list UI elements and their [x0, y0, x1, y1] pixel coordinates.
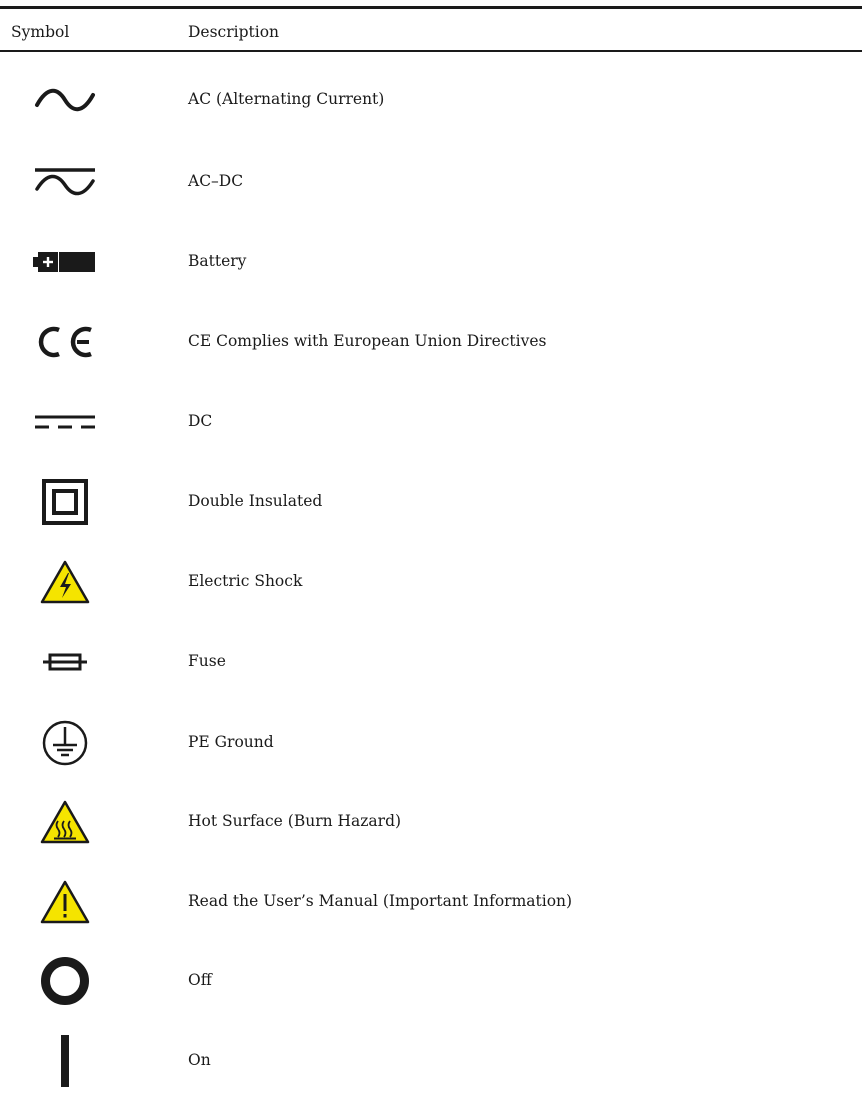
table-row: Electric Shock — [0, 542, 862, 622]
row-description: Battery — [188, 252, 247, 270]
off-circle-icon — [20, 941, 110, 1021]
row-description: On — [188, 1051, 211, 1069]
row-description: DC — [188, 412, 213, 430]
row-description: CE Complies with European Union Directiv… — [188, 332, 547, 350]
table-row: On — [0, 1021, 862, 1101]
ac-dc-icon — [20, 142, 110, 222]
table-row: CE Complies with European Union Directiv… — [0, 302, 862, 382]
table-row: Off — [0, 941, 862, 1021]
pe-ground-icon — [20, 703, 110, 783]
battery-icon — [20, 222, 110, 302]
row-description: AC–DC — [188, 172, 244, 190]
table-row: Fuse — [0, 622, 862, 702]
description-column-header: Description — [188, 23, 280, 41]
row-description: Read the User’s Manual (Important Inform… — [188, 892, 573, 910]
electric-shock-warning-icon — [20, 542, 110, 622]
row-description: Electric Shock — [188, 572, 303, 590]
double-insulated-icon — [20, 462, 110, 542]
row-description: Double Insulated — [188, 492, 323, 510]
table-row: DC — [0, 382, 862, 462]
table-row: Double Insulated — [0, 462, 862, 542]
table-row: AC (Alternating Current) — [0, 60, 862, 140]
symbol-column-header: Symbol — [11, 23, 70, 41]
ce-mark-icon — [20, 302, 110, 382]
caution-warning-icon — [20, 862, 110, 942]
table-row: Battery — [0, 222, 862, 302]
fuse-icon — [20, 622, 110, 702]
header-rule — [0, 50, 862, 52]
row-description: AC (Alternating Current) — [188, 90, 385, 108]
table-row: Hot Surface (Burn Hazard) — [0, 782, 862, 862]
on-bar-icon — [20, 1021, 110, 1101]
row-description: PE Ground — [188, 733, 274, 751]
ac-sine-icon — [20, 60, 110, 140]
table-header: Symbol Description — [0, 9, 862, 51]
table-row: Read the User’s Manual (Important Inform… — [0, 862, 862, 942]
hot-surface-warning-icon — [20, 782, 110, 862]
table-row: AC–DC — [0, 142, 862, 222]
row-description: Hot Surface (Burn Hazard) — [188, 812, 402, 830]
dc-icon — [20, 382, 110, 462]
row-description: Fuse — [188, 652, 226, 670]
row-description: Off — [188, 971, 212, 989]
table-row: PE Ground — [0, 703, 862, 783]
